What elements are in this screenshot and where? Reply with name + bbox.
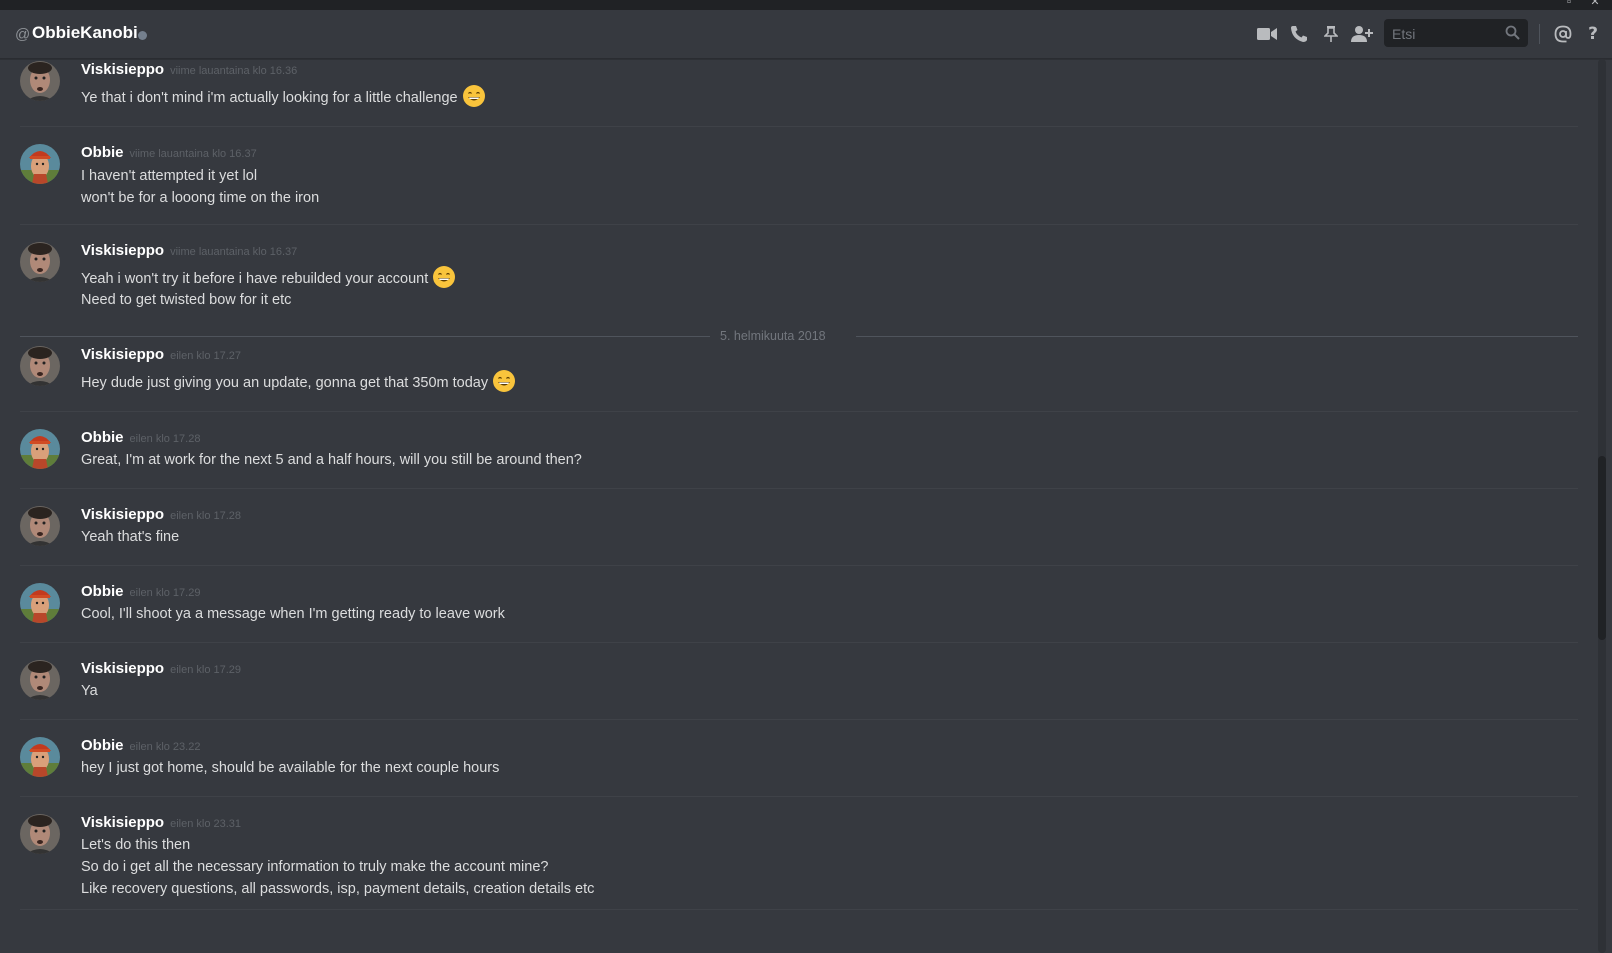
message-separator: [20, 796, 1578, 797]
phone-icon[interactable]: [1288, 23, 1310, 45]
message-separator: [20, 909, 1578, 910]
date-divider: 5. helmikuuta 2018: [20, 329, 1578, 343]
message-timestamp: eilen klo 23.31: [170, 818, 242, 830]
header-divider: [1539, 24, 1540, 44]
mention-icon[interactable]: [1552, 23, 1574, 45]
message-line: Need to get twisted bow for it etc: [81, 292, 292, 308]
message-timestamp: eilen klo 17.29: [129, 587, 201, 599]
avatar-viskisieppo[interactable]: [20, 814, 60, 854]
message-author[interactable]: Viskisieppo eilen klo 23.31: [81, 814, 241, 831]
avatar-viskisieppo[interactable]: [20, 242, 60, 282]
message-line: Ya: [81, 683, 98, 699]
message-line: Yeah that's fine: [81, 529, 180, 545]
message-author[interactable]: Obbie viime lauantaina klo 16.37: [81, 144, 257, 161]
message-timestamp: viime lauantaina klo 16.36: [170, 65, 298, 77]
message-separator: [20, 126, 1578, 127]
message-author[interactable]: Obbie eilen klo 17.28: [81, 429, 200, 446]
message-author[interactable]: Viskisieppo viime lauantaina klo 16.36: [81, 61, 297, 78]
avatar-obbie[interactable]: [20, 429, 60, 469]
search-box[interactable]: [1384, 19, 1528, 47]
message-separator: [20, 642, 1578, 643]
message-line: I haven't attempted it yet lol: [81, 168, 258, 184]
avatar-obbie[interactable]: [20, 144, 60, 184]
message-author[interactable]: Viskisieppo eilen klo 17.28: [81, 506, 241, 523]
window-titlebar: ▫ ✕: [0, 0, 1612, 10]
message-line: Cool, I'll shoot ya a message when I'm g…: [81, 606, 505, 622]
help-icon[interactable]: ?: [1582, 23, 1604, 45]
message-author[interactable]: Obbie eilen klo 23.22: [81, 737, 200, 754]
message-timestamp: eilen klo 17.27: [170, 350, 242, 362]
avatar-obbie[interactable]: [20, 737, 60, 777]
message-line: won't be for a looong time on the iron: [81, 190, 320, 206]
message-author[interactable]: Viskisieppo viime lauantaina klo 16.37: [81, 242, 297, 259]
search-input[interactable]: [1390, 24, 1504, 44]
message-author[interactable]: Viskisieppo eilen klo 17.29: [81, 660, 241, 677]
message-line: Yeah i won't try it before i have rebuil…: [81, 266, 456, 290]
message-author[interactable]: Viskisieppo eilen klo 17.27: [81, 346, 241, 363]
message-author[interactable]: Obbie eilen klo 17.29: [81, 583, 200, 600]
pin-icon[interactable]: [1320, 23, 1342, 45]
message-separator: [20, 488, 1578, 489]
search-icon[interactable]: [1505, 25, 1520, 45]
avatar-obbie[interactable]: [20, 583, 60, 623]
message-line: So do i get all the necessary informatio…: [81, 859, 549, 875]
avatar-viskisieppo[interactable]: [20, 61, 60, 101]
message-timestamp: eilen klo 23.22: [129, 741, 201, 753]
message-timestamp: eilen klo 17.28: [170, 510, 242, 522]
avatar-viskisieppo[interactable]: [20, 346, 60, 386]
status-indicator: [138, 31, 147, 40]
add-friend-icon[interactable]: [1351, 23, 1373, 45]
message-line: Great, I'm at work for the next 5 and a …: [81, 452, 582, 468]
message-line: hey I just got home, should be available…: [81, 760, 500, 776]
message-line: Hey dude just giving you an update, gonn…: [81, 370, 516, 394]
close-icon[interactable]: ✕: [1590, 0, 1600, 8]
message-separator: [20, 565, 1578, 566]
video-icon[interactable]: [1256, 23, 1278, 45]
message-timestamp: eilen klo 17.29: [170, 664, 242, 676]
message-line: Let's do this then: [81, 837, 191, 853]
message-line: Ye that i don't mind i'm actually lookin…: [81, 85, 485, 109]
dm-username[interactable]: ObbieKanobi: [32, 23, 138, 43]
avatar-viskisieppo[interactable]: [20, 506, 60, 546]
grinning-emoji-icon: [433, 266, 456, 288]
at-icon: @: [15, 26, 31, 43]
maximize-icon[interactable]: ▫: [1564, 0, 1574, 8]
grinning-emoji-icon: [462, 85, 485, 107]
date-divider-label: 5. helmikuuta 2018: [720, 329, 826, 343]
scrollbar-thumb[interactable]: [1598, 456, 1606, 640]
avatar-viskisieppo[interactable]: [20, 660, 60, 700]
grinning-emoji-icon: [493, 370, 516, 392]
divider-line: [20, 336, 710, 337]
message-line: Like recovery questions, all passwords, …: [81, 881, 595, 897]
message-separator: [20, 224, 1578, 225]
channel-header: @ ObbieKanobi ?: [0, 10, 1612, 59]
message-timestamp: viime lauantaina klo 16.37: [129, 148, 257, 160]
message-list: Viskisieppo viime lauantaina klo 16.36 Ye…: [0, 59, 1598, 953]
divider-line: [856, 336, 1578, 337]
message-separator: [20, 719, 1578, 720]
message-timestamp: eilen klo 17.28: [129, 433, 201, 445]
message-separator: [20, 411, 1578, 412]
message-timestamp: viime lauantaina klo 16.37: [170, 246, 298, 258]
